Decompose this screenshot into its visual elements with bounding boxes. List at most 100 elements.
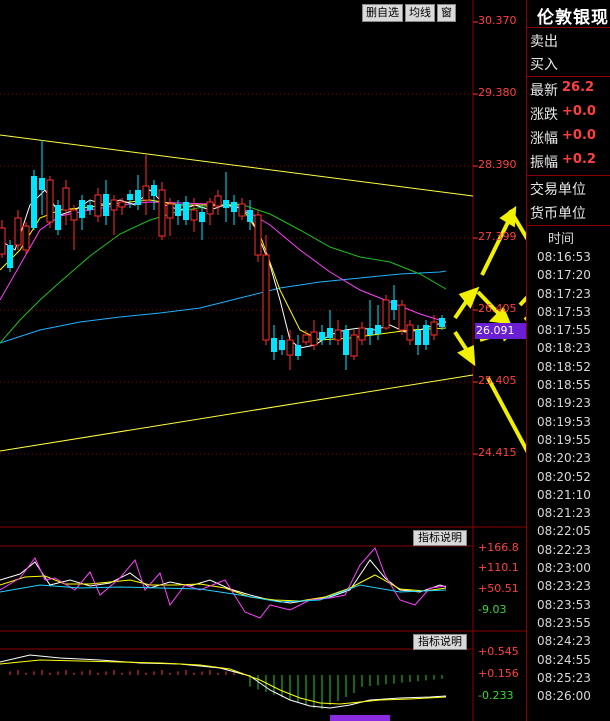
candle-body — [398, 304, 406, 331]
candle-body — [39, 178, 45, 190]
candle-body — [343, 330, 349, 355]
indicator1-axis-label: +110.1 — [478, 561, 519, 574]
tick-time: 08:26:00 — [537, 689, 591, 704]
indicator1-axis-label: +166.8 — [478, 541, 519, 554]
change-label: 涨跌 — [530, 107, 558, 123]
candle-body — [254, 214, 262, 256]
price-axis-label: 25.405 — [478, 374, 517, 387]
tick-time: 08:22:23 — [537, 542, 591, 557]
tick-time: 08:23:53 — [537, 597, 591, 612]
candle-body — [55, 205, 61, 230]
tick-time: 08:24:55 — [537, 652, 591, 667]
tick-time: 08:23:55 — [537, 615, 591, 630]
candle-body — [135, 190, 141, 205]
candle-body — [367, 328, 373, 335]
tick-time: 08:19:55 — [537, 432, 591, 447]
candle-body — [423, 325, 429, 345]
tick-time: 08:19:23 — [537, 396, 591, 411]
amplitude-value: +0.2 — [562, 152, 596, 167]
trade-unit-label: 交易单位 — [530, 182, 586, 198]
candle-body — [158, 189, 166, 237]
candle-body — [206, 201, 214, 215]
ma-magenta-line — [0, 201, 447, 323]
candle-body — [190, 209, 198, 221]
tick-time: 08:20:52 — [537, 469, 591, 484]
candle-body — [46, 179, 54, 223]
buy-label: 买入 — [530, 57, 558, 73]
tick-time: 08:21:10 — [537, 487, 591, 502]
candle-body — [231, 202, 237, 212]
candle-body — [295, 345, 301, 356]
candle-body — [183, 202, 189, 220]
candle-body — [70, 209, 78, 221]
candle-body — [87, 205, 93, 210]
tick-time-list: 08:16:53 08:17:20 08:17:23 08:17:53 08:17:55… — [527, 248, 610, 705]
indicator1-axis-label: -9.03 — [478, 603, 507, 616]
tick-time: 08:18:52 — [537, 359, 591, 374]
price-axis-label: 26.405 — [478, 302, 517, 315]
candle-body — [406, 324, 414, 341]
instrument-title: 伦敦银现 — [537, 8, 609, 28]
price-axis-label: 24.415 — [478, 446, 517, 459]
change-pct-row: 涨幅 +0.0 — [530, 128, 596, 148]
indicator2-axis-label: -0.233 — [478, 689, 514, 702]
trading-chart-window: 删自选 均线 窗 30.370 29.380 28.390 27.399 26.… — [0, 0, 610, 721]
change-pct-label: 涨幅 — [530, 131, 558, 147]
candle-body — [310, 331, 318, 346]
candle-body — [127, 194, 133, 200]
indicator1-help-button[interactable]: 指标说明 — [413, 530, 467, 546]
candle-body — [302, 334, 310, 343]
price-axis-label: 27.399 — [478, 230, 517, 243]
candle-body — [358, 327, 366, 341]
tick-time: 08:16:53 — [537, 250, 591, 264]
amplitude-row: 振幅 +0.2 — [530, 152, 596, 172]
ma-green-line — [0, 203, 447, 344]
indicator2-axis-label: +0.545 — [478, 645, 519, 658]
lower-trendline — [0, 374, 474, 452]
candle-body — [430, 321, 438, 336]
time-header: 时间 — [548, 232, 575, 247]
price-chart — [0, 0, 526, 721]
candle-body — [247, 210, 253, 222]
currency-unit-label: 货币单位 — [530, 206, 586, 222]
candle-body — [166, 203, 174, 219]
change-pct-value: +0.0 — [562, 128, 596, 143]
sell-label: 卖出 — [530, 34, 558, 50]
tick-time: 08:20:23 — [537, 451, 591, 466]
change-value: +0.0 — [562, 104, 596, 119]
candle-body — [79, 200, 85, 218]
candle-body — [279, 340, 285, 350]
candle-body — [238, 203, 246, 217]
tick-time: 08:25:23 — [537, 670, 591, 685]
candle-body — [151, 185, 157, 196]
candlestick-series — [0, 140, 445, 370]
moving-average-button[interactable]: 均线 — [405, 4, 435, 22]
tick-time: 08:23:23 — [537, 579, 591, 594]
candle-body — [391, 300, 397, 310]
candle-body — [22, 225, 30, 251]
delete-watchlist-button[interactable]: 删自选 — [362, 4, 403, 22]
candle-body — [286, 339, 294, 356]
candle-body — [382, 299, 390, 329]
candle-body — [142, 185, 150, 201]
candle-body — [214, 195, 222, 207]
tick-time: 08:18:55 — [537, 378, 591, 393]
chart-toolbar: 删自选 均线 窗 — [362, 4, 456, 22]
indicator1-axis-label: +50.51 — [478, 582, 519, 595]
tick-time: 08:24:23 — [537, 634, 591, 649]
candle-body — [319, 332, 325, 340]
candle-body — [7, 245, 13, 268]
candle-body — [118, 201, 126, 208]
candle-body — [439, 318, 445, 327]
price-axis-label: 30.370 — [478, 14, 517, 27]
candle-body — [62, 187, 70, 211]
ma-yellow-line — [0, 199, 447, 341]
candle-body — [14, 217, 22, 246]
window-button[interactable]: 窗 — [437, 4, 456, 22]
indicator2-help-button[interactable]: 指标说明 — [413, 634, 467, 650]
candle-body — [175, 204, 181, 216]
candle-body — [110, 199, 118, 211]
latest-value: 26.2 — [562, 80, 595, 95]
candle-body — [0, 227, 6, 255]
indicator2-histogram — [9, 670, 443, 709]
